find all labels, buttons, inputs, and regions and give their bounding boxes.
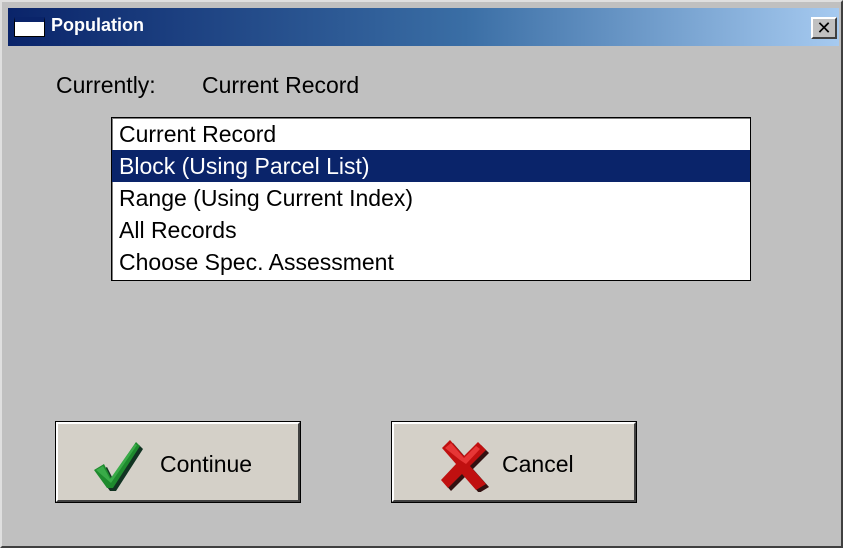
close-icon: ✕	[816, 18, 832, 38]
checkmark-icon	[94, 442, 143, 491]
window-icon	[14, 17, 45, 37]
currently-label: Currently:	[56, 72, 156, 98]
close-button[interactable]: ✕	[811, 17, 837, 39]
window-title: Population	[51, 15, 144, 35]
list-item-spec-assessment[interactable]: Choose Spec. Assessment	[112, 246, 750, 278]
list-item-all-records[interactable]: All Records	[112, 214, 750, 246]
cancel-button[interactable]: Cancel	[391, 421, 637, 503]
continue-button[interactable]: Continue	[55, 421, 301, 503]
cancel-label: Cancel	[502, 451, 574, 477]
list-item-current-record[interactable]: Current Record	[112, 118, 750, 150]
currently-value: Current Record	[202, 72, 360, 98]
title-bar[interactable]: Population ✕	[8, 8, 839, 46]
list-item-range[interactable]: Range (Using Current Index)	[112, 182, 750, 214]
list-item-block[interactable]: Block (Using Parcel List)	[112, 150, 750, 182]
population-listbox[interactable]: Current Record Block (Using Parcel List)…	[111, 117, 751, 281]
continue-label: Continue	[160, 451, 253, 477]
population-dialog: Population ✕ Currently: Current Record C…	[0, 0, 843, 548]
red-x-icon	[441, 440, 489, 492]
